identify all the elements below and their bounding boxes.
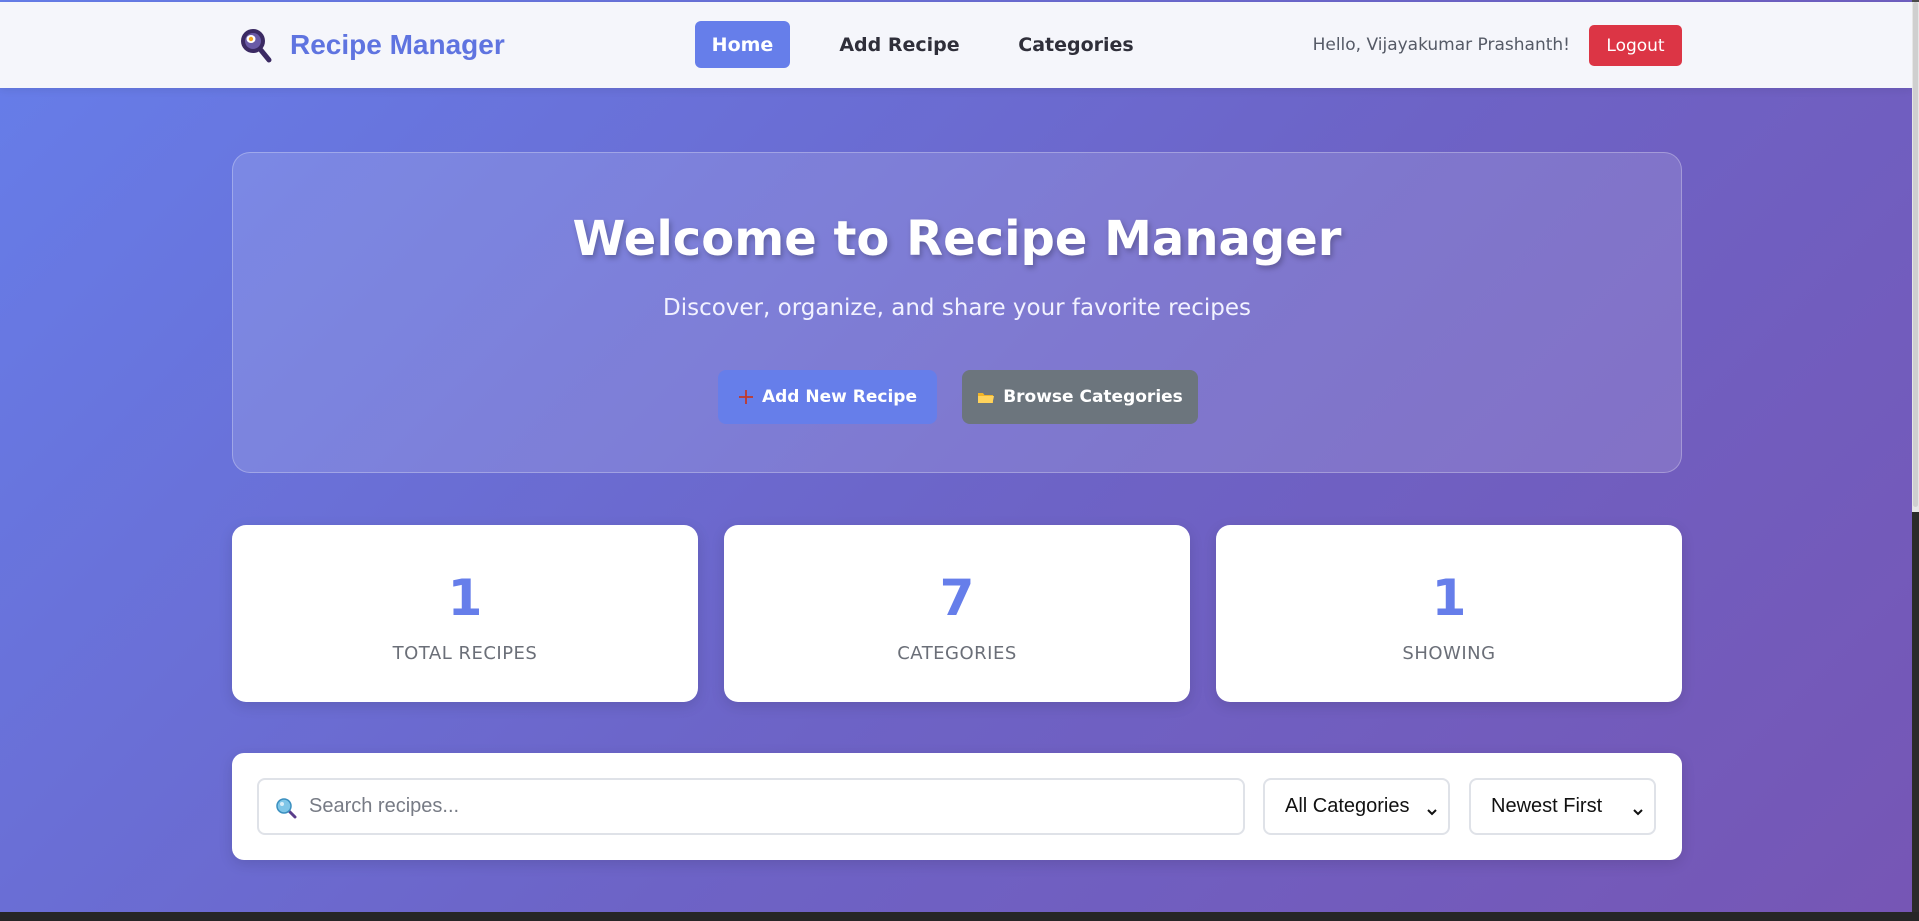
search-input[interactable]	[309, 780, 1239, 833]
add-new-recipe-label: Add New Recipe	[761, 387, 918, 407]
plus-icon	[738, 389, 754, 405]
chevron-down-icon	[1426, 801, 1438, 816]
search-field[interactable]	[257, 778, 1245, 835]
stat-value: 1	[447, 569, 483, 627]
nav-home[interactable]: Home	[695, 21, 790, 68]
navbar: Recipe Manager Home Add Recipe Categorie…	[0, 2, 1912, 88]
category-select[interactable]: All Categories	[1263, 778, 1450, 835]
page-viewport: Recipe Manager Home Add Recipe Categorie…	[0, 0, 1912, 912]
stat-label: TOTAL RECIPES	[392, 643, 538, 664]
nav-categories[interactable]: Categories	[1000, 21, 1152, 68]
scrollbar-thumb[interactable]	[1913, 2, 1918, 507]
stat-value: 7	[939, 569, 975, 627]
hero-title: Welcome to Recipe Manager	[572, 211, 1342, 267]
sort-select-value: Newest First	[1491, 795, 1603, 817]
browse-categories-button[interactable]: Browse Categories	[962, 370, 1198, 424]
stat-card-categories: 7 CATEGORIES	[724, 525, 1190, 702]
stat-value: 1	[1431, 569, 1467, 627]
sort-select[interactable]: Newest First	[1469, 778, 1656, 835]
taskbar-strip	[0, 912, 1919, 921]
magnifier-pan-icon	[236, 25, 276, 65]
browse-categories-label: Browse Categories	[1003, 387, 1183, 407]
stat-label: CATEGORIES	[897, 643, 1017, 664]
user-greeting: Hello, Vijayakumar Prashanth!	[1312, 35, 1570, 55]
category-select-value: All Categories	[1285, 795, 1410, 817]
search-icon	[275, 797, 297, 819]
stat-card-showing: 1 SHOWING	[1216, 525, 1682, 702]
brand-name: Recipe Manager	[290, 29, 505, 60]
add-new-recipe-button[interactable]: Add New Recipe	[718, 370, 937, 424]
stat-label: SHOWING	[1402, 643, 1496, 664]
brand[interactable]: Recipe Manager	[236, 22, 505, 68]
hero-section: Welcome to Recipe Manager Discover, orga…	[232, 152, 1682, 473]
hero-subtitle: Discover, organize, and share your favor…	[662, 295, 1252, 321]
folder-icon	[977, 390, 995, 405]
stat-card-total-recipes: 1 TOTAL RECIPES	[232, 525, 698, 702]
chevron-down-icon	[1632, 801, 1644, 816]
nav-add-recipe[interactable]: Add Recipe	[822, 21, 977, 68]
logout-button[interactable]: Logout	[1589, 25, 1682, 66]
search-filter-bar: All Categories Newest First	[232, 753, 1682, 860]
